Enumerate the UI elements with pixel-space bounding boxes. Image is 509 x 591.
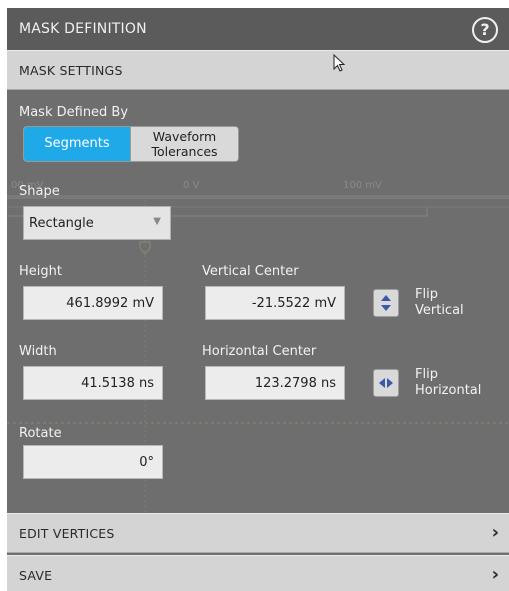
- mask-defined-by-toggle: Segments Waveform Tolerances: [23, 126, 239, 162]
- width-label: Width: [19, 344, 57, 359]
- flip-vertical-line2: Vertical: [415, 303, 464, 318]
- flip-vertical-button[interactable]: [373, 289, 399, 317]
- flip-horizontal-button[interactable]: [373, 369, 399, 397]
- axis-label-mid: 0 V: [183, 180, 200, 191]
- height-field[interactable]: 461.8992 mV: [23, 286, 163, 320]
- flip-vertical-line1: Flip: [415, 287, 438, 302]
- width-field[interactable]: 41.5138 ns: [23, 366, 163, 400]
- flip-horizontal-icon: [379, 378, 393, 388]
- mask-settings-header[interactable]: MASK SETTINGS: [7, 50, 509, 90]
- mask-settings-label: MASK SETTINGS: [19, 63, 123, 78]
- waveform-tolerances-option[interactable]: Waveform Tolerances: [130, 127, 238, 161]
- axis-label-right: 100 mV: [343, 180, 382, 191]
- height-label: Height: [19, 264, 62, 279]
- horizontal-center-field[interactable]: 123.2798 ns: [205, 366, 345, 400]
- height-value: 461.8992 mV: [66, 296, 154, 311]
- save-row[interactable]: SAVE ›: [7, 555, 509, 591]
- vertical-center-value: -21.5522 mV: [251, 296, 336, 311]
- waveform-tolerances-line2: Tolerances: [151, 144, 218, 159]
- shape-dropdown[interactable]: Rectangle ▼: [23, 206, 171, 240]
- edit-vertices-row[interactable]: EDIT VERTICES ›: [7, 513, 509, 553]
- width-value: 41.5138 ns: [81, 376, 154, 391]
- chevron-right-icon: ›: [491, 522, 499, 543]
- flip-vertical-label: Flip Vertical: [415, 287, 464, 319]
- flip-horizontal-line1: Flip: [415, 367, 438, 382]
- flip-vertical-icon: [381, 295, 391, 311]
- segments-option[interactable]: Segments: [24, 127, 130, 161]
- panel-title: MASK DEFINITION: [19, 21, 147, 37]
- rotate-label: Rotate: [19, 426, 62, 441]
- edit-vertices-label: EDIT VERTICES: [19, 526, 115, 541]
- chevron-down-icon: ▼: [153, 216, 161, 227]
- rotate-value: 0°: [139, 455, 154, 470]
- mask-definition-panel: 00 mV 0 V 100 mV MASK DEFINITION ? MASK …: [7, 8, 509, 591]
- chevron-right-icon: ›: [491, 564, 499, 585]
- shape-value: Rectangle: [29, 216, 94, 231]
- title-bar: MASK DEFINITION ?: [7, 8, 509, 51]
- vertical-center-field[interactable]: -21.5522 mV: [205, 286, 345, 320]
- horizontal-center-value: 123.2798 ns: [254, 376, 336, 391]
- waveform-tolerances-line1: Waveform: [152, 129, 217, 144]
- flip-horizontal-line2: Horizontal: [415, 383, 482, 398]
- vertical-center-label: Vertical Center: [202, 264, 299, 279]
- flip-horizontal-label: Flip Horizontal: [415, 367, 481, 399]
- shape-label: Shape: [19, 184, 60, 199]
- mask-defined-by-label: Mask Defined By: [19, 105, 129, 120]
- mouse-pointer-icon: [333, 54, 346, 72]
- rotate-field[interactable]: 0°: [23, 445, 163, 479]
- save-label: SAVE: [19, 568, 53, 583]
- help-circle-icon[interactable]: ?: [472, 17, 498, 43]
- horizontal-center-label: Horizontal Center: [202, 344, 317, 359]
